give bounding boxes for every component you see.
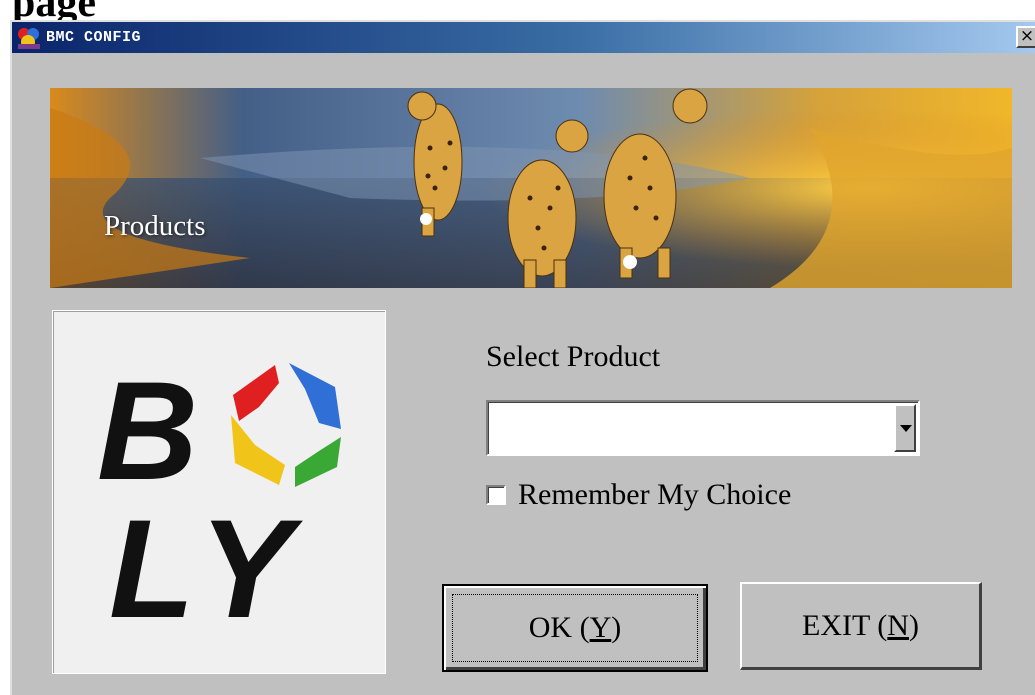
remember-choice-row: Remember My Choice	[486, 478, 791, 512]
exit-mnemonic: N	[887, 608, 909, 642]
products-banner: Products	[50, 88, 1012, 288]
focus-rectangle	[452, 594, 698, 662]
svg-text:Y: Y	[199, 490, 303, 647]
dropdown-button[interactable]	[894, 404, 916, 452]
window-title: BMC CONFIG	[46, 29, 142, 46]
close-button[interactable]: ×	[1016, 26, 1035, 48]
app-icon	[16, 25, 42, 51]
exit-suffix: )	[908, 608, 919, 642]
svg-text:B: B	[97, 352, 198, 509]
svg-text:L: L	[109, 490, 195, 647]
remember-choice-checkbox[interactable]	[486, 485, 506, 505]
product-select[interactable]	[486, 400, 920, 456]
close-icon: ×	[1019, 26, 1035, 46]
screen: page BMC CONFIG × Products B L Y Select …	[0, 0, 1035, 695]
cheetah-banner-image	[50, 88, 1012, 288]
title-bar[interactable]: BMC CONFIG ×	[12, 22, 1035, 53]
boly-logo: B L Y	[97, 352, 341, 647]
exit-button-label: EXIT (N)	[802, 609, 919, 643]
bmc-config-window: BMC CONFIG × Products B L Y Select Produ…	[10, 20, 1035, 695]
chevron-down-icon	[900, 425, 912, 432]
ok-button[interactable]: OK (Y)	[442, 584, 708, 672]
select-product-label: Select Product	[486, 340, 661, 373]
banner-label: Products	[104, 210, 206, 242]
exit-button[interactable]: EXIT (N)	[740, 582, 982, 670]
brand-logo-panel: B L Y	[52, 310, 386, 674]
remember-choice-label[interactable]: Remember My Choice	[518, 478, 791, 512]
exit-button-text: EXIT (	[802, 608, 888, 642]
